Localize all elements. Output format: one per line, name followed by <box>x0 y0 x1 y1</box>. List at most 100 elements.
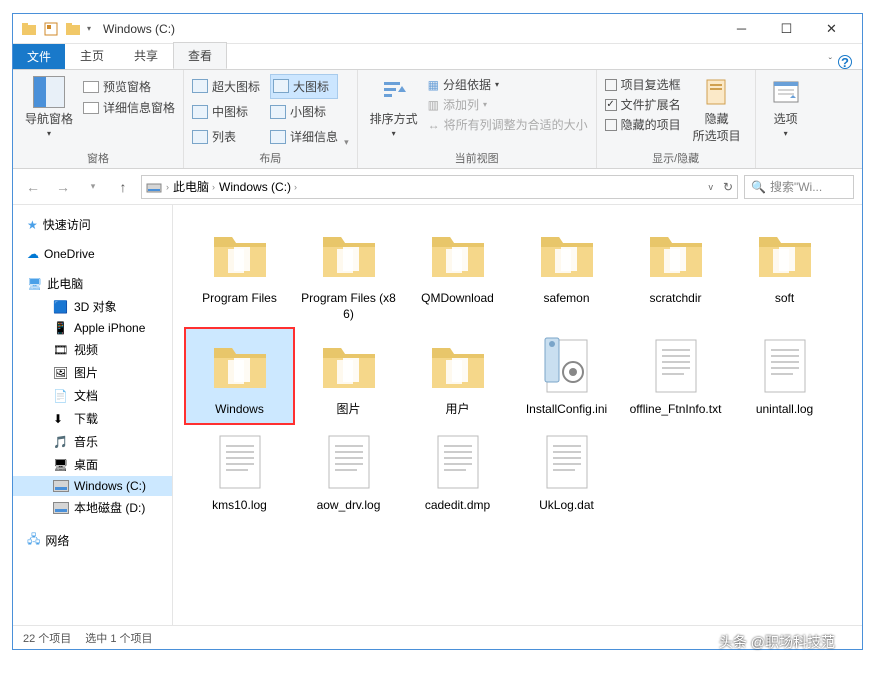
sidebar-quick-access[interactable]: ★ 快速访问 <box>13 213 172 236</box>
star-icon: ★ <box>27 218 38 232</box>
file-icon <box>535 334 599 398</box>
up-button[interactable]: ↑ <box>111 175 135 199</box>
ribbon: 导航窗格 ▾ 预览窗格 详细信息窗格 窗格 超大图标 大图标 中图标 小图标 列… <box>13 69 862 169</box>
addr-dropdown-icon[interactable]: v <box>708 182 713 192</box>
sidebar-item-label: 文档 <box>74 387 98 404</box>
sidebar-item[interactable]: ⬇ 下载 <box>13 407 172 430</box>
breadcrumb[interactable]: › 此电脑› Windows (C:)› v ↻ <box>141 175 738 199</box>
sidebar-item[interactable]: 本地磁盘 (D:) <box>13 496 172 519</box>
sidebar-item[interactable]: 📱 Apple iPhone <box>13 318 172 338</box>
add-column-button: ▥添加列▾ <box>428 96 588 113</box>
maximize-button[interactable]: ☐ <box>764 14 809 43</box>
navigation-pane-icon <box>33 76 65 108</box>
sidebar-item[interactable]: 🟦 3D 对象 <box>13 295 172 318</box>
details-pane-button[interactable]: 详细信息窗格 <box>83 99 175 116</box>
tab-view[interactable]: 查看 <box>173 42 227 69</box>
file-label: soft <box>775 291 794 307</box>
file-label: Program Files <box>202 291 277 307</box>
help-icon[interactable]: ? <box>838 55 852 69</box>
sidebar-item-icon: 🎵 <box>53 435 69 449</box>
sidebar-item[interactable]: 🎵音乐 <box>13 430 172 453</box>
sidebar-item-label: 3D 对象 <box>74 298 117 315</box>
forward-button: → <box>51 175 75 199</box>
layout-small[interactable]: 小图标 <box>270 101 338 124</box>
navigation-pane-button[interactable]: 导航窗格 ▾ <box>21 74 77 148</box>
file-item[interactable]: soft <box>730 217 839 328</box>
file-item[interactable]: offline_FtnInfo.txt <box>621 328 730 424</box>
tab-file[interactable]: 文件 <box>13 44 65 69</box>
file-item[interactable]: 用户 <box>403 328 512 424</box>
sidebar-item-label: Apple iPhone <box>74 321 145 335</box>
file-ext-toggle[interactable]: 文件扩展名 <box>605 96 681 113</box>
close-button[interactable]: ✕ <box>809 14 854 43</box>
group-by-button[interactable]: ▦分组依据▾ <box>428 76 588 93</box>
hide-selected-button[interactable]: 隐藏 所选项目 <box>687 74 747 148</box>
file-label: aow_drv.log <box>317 498 381 514</box>
sidebar-item[interactable]: 🎞视频 <box>13 338 172 361</box>
file-item[interactable]: InstallConfig.ini <box>512 328 621 424</box>
sidebar-item-icon: ⬇ <box>53 412 69 426</box>
sidebar-item[interactable]: 🖥桌面 <box>13 453 172 476</box>
folder-icon <box>208 223 272 287</box>
address-bar: ← → ▾ ↑ › 此电脑› Windows (C:)› v ↻ 🔍 搜索"Wi… <box>13 169 862 205</box>
file-label: unintall.log <box>756 402 813 418</box>
sidebar-onedrive[interactable]: ☁ OneDrive <box>13 244 172 264</box>
sidebar-item-icon: 📱 <box>53 321 69 335</box>
status-selected: 选中 1 个项目 <box>85 630 152 646</box>
refresh-icon[interactable]: ↻ <box>723 180 733 194</box>
recent-dropdown[interactable]: ▾ <box>81 175 105 199</box>
file-icon <box>753 334 817 398</box>
preview-pane-button[interactable]: 预览窗格 <box>83 78 175 95</box>
options-icon <box>770 76 802 108</box>
back-button[interactable]: ← <box>21 175 45 199</box>
options-button[interactable]: 选项▾ <box>764 74 808 152</box>
crumb-pc[interactable]: 此电脑› <box>173 178 215 195</box>
folder-icon[interactable] <box>65 21 81 37</box>
file-item[interactable]: Program Files (x86) <box>294 217 403 328</box>
minimize-button[interactable]: ─ <box>719 14 764 43</box>
ribbon-collapse-icon[interactable]: ˇ <box>829 57 832 68</box>
sort-by-button[interactable]: 排序方式▾ <box>366 74 422 148</box>
folder-icon <box>535 223 599 287</box>
tab-home[interactable]: 主页 <box>65 42 119 69</box>
item-checkboxes-toggle[interactable]: 项目复选框 <box>605 76 681 93</box>
tab-share[interactable]: 共享 <box>119 42 173 69</box>
group-layout-label: 布局 <box>192 148 349 168</box>
file-item[interactable]: safemon <box>512 217 621 328</box>
layout-details[interactable]: 详细信息 <box>270 125 338 148</box>
sidebar-item[interactable]: 🖼图片 <box>13 361 172 384</box>
window-title: Windows (C:) <box>103 22 175 36</box>
sidebar-item[interactable]: 📄文档 <box>13 384 172 407</box>
sidebar-this-pc[interactable]: 🖥 此电脑 <box>13 272 172 295</box>
search-icon: 🔍 <box>751 180 766 194</box>
file-item[interactable]: UkLog.dat <box>512 424 621 520</box>
file-item[interactable]: 图片 <box>294 328 403 424</box>
layout-more-icon[interactable]: ▾ <box>344 137 349 148</box>
sort-icon <box>378 76 410 108</box>
file-item[interactable]: scratchdir <box>621 217 730 328</box>
file-item[interactable]: kms10.log <box>185 424 294 520</box>
sidebar-item[interactable]: Windows (C:) <box>13 476 172 496</box>
sidebar-item-icon: 🟦 <box>53 300 69 314</box>
layout-extra-large[interactable]: 超大图标 <box>192 74 260 99</box>
hidden-items-toggle[interactable]: 隐藏的项目 <box>605 116 681 133</box>
file-item[interactable]: QMDownload <box>403 217 512 328</box>
crumb-drive[interactable]: Windows (C:)› <box>219 180 297 194</box>
search-input[interactable]: 🔍 搜索"Wi... <box>744 175 854 199</box>
sidebar-item-label: 下载 <box>74 410 98 427</box>
sidebar-network[interactable]: 🖧 网络 <box>13 527 172 554</box>
file-item[interactable]: Windows <box>185 328 294 424</box>
ribbon-tabs: 文件 主页 共享 查看 ˇ ? <box>13 44 862 69</box>
file-item[interactable]: cadedit.dmp <box>403 424 512 520</box>
file-item[interactable]: aow_drv.log <box>294 424 403 520</box>
file-item[interactable]: Program Files <box>185 217 294 328</box>
layout-medium[interactable]: 中图标 <box>192 101 260 124</box>
status-count: 22 个项目 <box>23 630 71 646</box>
properties-icon[interactable] <box>43 21 59 37</box>
folder-icon <box>21 21 37 37</box>
file-item[interactable]: unintall.log <box>730 328 839 424</box>
file-icon <box>644 334 708 398</box>
layout-large[interactable]: 大图标 <box>270 74 338 99</box>
qat-dropdown-icon[interactable]: ▾ <box>87 24 91 33</box>
layout-list[interactable]: 列表 <box>192 125 260 148</box>
